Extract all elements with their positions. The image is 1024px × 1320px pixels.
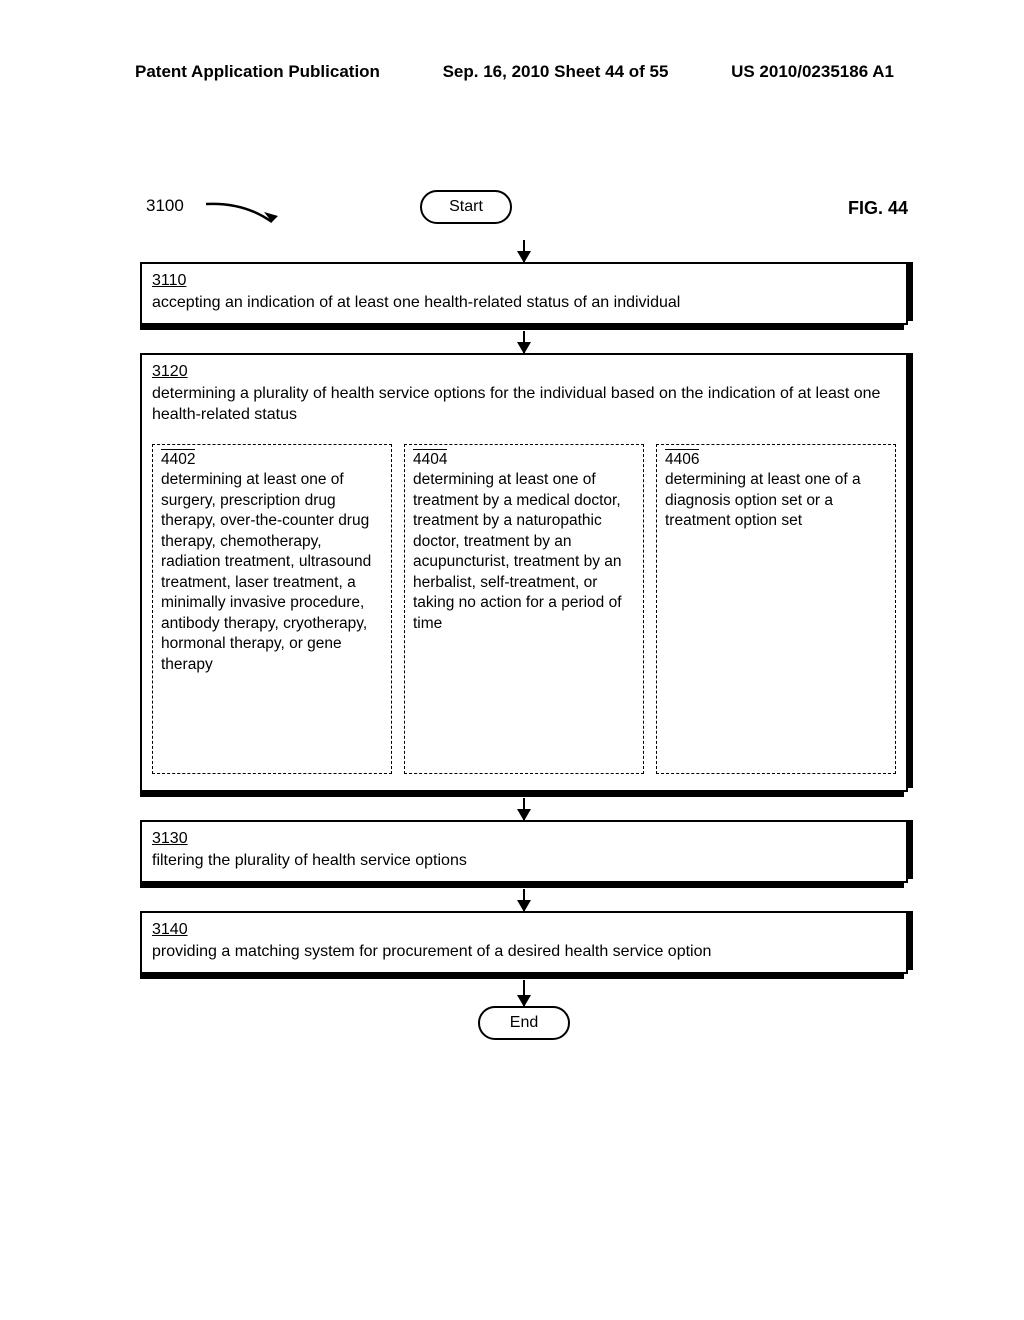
step-number: 3140 xyxy=(152,921,188,938)
step-3110: 3110 accepting an indication of at least… xyxy=(140,262,908,325)
substep-4402: 4402 determining at least one of surgery… xyxy=(152,444,392,774)
substep-number: 4404 xyxy=(413,449,447,470)
step-number: 3120 xyxy=(152,363,188,380)
end-terminal: End xyxy=(478,1006,570,1040)
substep-4404: 4404 determining at least one of treatme… xyxy=(404,444,644,774)
substep-number: 4402 xyxy=(161,449,195,470)
arrow-down-icon xyxy=(523,798,525,820)
diagram-ref-number: 3100 xyxy=(146,196,184,216)
arrow-down-icon xyxy=(523,980,525,1006)
substep-4406: 4406 determining at least one of a diagn… xyxy=(656,444,896,774)
start-terminal: Start xyxy=(420,190,512,224)
step-number: 3130 xyxy=(152,830,188,847)
step-3120: 3120 determining a plurality of health s… xyxy=(140,353,908,792)
header-right: US 2010/0235186 A1 xyxy=(731,62,894,82)
step-text: providing a matching system for procurem… xyxy=(152,943,711,960)
arrow-down-icon xyxy=(523,331,525,353)
step-3130: 3130 filtering the plurality of health s… xyxy=(140,820,908,883)
substeps-row: 4402 determining at least one of surgery… xyxy=(152,444,896,774)
pointer-arrow-icon xyxy=(204,200,284,230)
step-3140: 3140 providing a matching system for pro… xyxy=(140,911,908,974)
substep-text: determining at least one of surgery, pre… xyxy=(161,471,371,672)
figure-label: FIG. 44 xyxy=(848,198,908,219)
step-number: 3110 xyxy=(152,272,186,289)
substep-text: determining at least one of treatment by… xyxy=(413,471,622,631)
substep-number: 4406 xyxy=(665,449,699,470)
arrow-down-icon xyxy=(523,240,525,262)
step-text: filtering the plurality of health servic… xyxy=(152,852,467,869)
step-text: accepting an indication of at least one … xyxy=(152,294,680,311)
page-header: Patent Application Publication Sep. 16, … xyxy=(0,62,1024,82)
flowchart: 3100 Start FIG. 44 3110 accepting an ind… xyxy=(140,190,908,1040)
arrow-down-icon xyxy=(523,889,525,911)
header-left: Patent Application Publication xyxy=(135,62,380,82)
substep-text: determining at least one of a diagnosis … xyxy=(665,471,861,529)
step-text: determining a plurality of health servic… xyxy=(152,385,880,424)
header-center: Sep. 16, 2010 Sheet 44 of 55 xyxy=(443,62,669,82)
